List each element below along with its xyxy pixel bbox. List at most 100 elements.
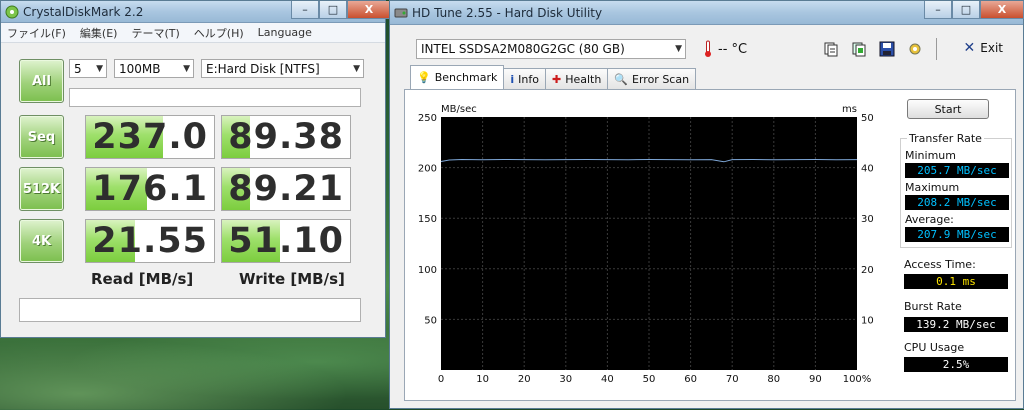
seq-write-value: 89.38 — [228, 117, 344, 157]
exit-button[interactable]: ✕ Exit — [964, 40, 1003, 56]
y-tick-label: 200 — [418, 164, 437, 175]
512k-read-cell: 176.1 — [85, 167, 215, 211]
x-tick-label: 100% — [843, 374, 872, 385]
menu-language[interactable]: Language — [258, 26, 312, 39]
4k-write-value: 51.10 — [228, 221, 344, 261]
y-axis-label: MB/sec — [441, 104, 477, 115]
maximum-label: Maximum — [905, 181, 960, 194]
chevron-down-icon: ▼ — [675, 44, 682, 54]
thermometer-icon — [705, 40, 711, 57]
y2-tick-label: 30 — [861, 214, 874, 225]
tab-info[interactable]: i Info — [503, 68, 546, 89]
seq-read-cell: 237.0 — [85, 115, 215, 159]
chevron-down-icon: ▼ — [96, 63, 103, 74]
y2-tick-label: 20 — [861, 265, 874, 276]
chevron-down-icon: ▼ — [183, 63, 190, 74]
burst-rate-value: 139.2 MB/sec — [904, 317, 1008, 332]
average-label: Average: — [905, 213, 954, 226]
magnifier-icon: 🔍 — [614, 72, 629, 86]
menu-edit[interactable]: 編集(E) — [80, 25, 118, 41]
close-button[interactable]: X — [347, 1, 391, 19]
start-button[interactable]: Start — [907, 99, 989, 119]
hdt-title: HD Tune 2.55 - Hard Disk Utility — [412, 5, 603, 20]
hdt-toolbar: INTEL SSDSA2M080G2GC (80 GB) ▼ -- °C ✕ Ex… — [416, 35, 1017, 61]
access-time-label: Access Time: — [904, 258, 976, 271]
seq-read-value: 237.0 — [92, 117, 208, 157]
seq-button[interactable]: Seq — [19, 115, 64, 159]
x-tick-label: 20 — [518, 374, 531, 385]
options-icon[interactable] — [904, 38, 926, 60]
drive-select[interactable]: INTEL SSDSA2M080G2GC (80 GB) ▼ — [416, 39, 686, 59]
average-value: 207.9 MB/sec — [905, 227, 1009, 242]
512k-write-cell: 89.21 — [221, 167, 351, 211]
menu-help[interactable]: ヘルプ(H) — [194, 25, 244, 41]
transfer-rate-title: Transfer Rate — [907, 132, 984, 145]
tab-error-scan[interactable]: 🔍 Error Scan — [607, 68, 697, 89]
copy-all-icon[interactable] — [848, 38, 870, 60]
close-button[interactable]: X — [980, 1, 1024, 19]
close-x-icon: ✕ — [963, 40, 976, 56]
y-tick-label: 50 — [424, 315, 437, 326]
crystaldiskmark-window: CrystalDiskMark 2.2 – □ X ファイル(F) 編集(E) … — [0, 0, 391, 338]
cdm-controls: 5 ▼ 100MB ▼ E:Hard Disk [NTFS] ▼ — [69, 59, 364, 78]
minimum-label: Minimum — [905, 149, 956, 162]
read-header: Read [MB/s] — [91, 270, 194, 288]
benchmark-panel: 50 100 150 200 250 10 20 30 40 50 0 10 20 30 40 50 60 7… — [404, 89, 1016, 401]
copy-icon[interactable] — [820, 38, 842, 60]
cdm-title: CrystalDiskMark 2.2 — [23, 4, 144, 19]
tab-benchmark[interactable]: 💡 Benchmark — [410, 65, 505, 89]
drive-select[interactable]: E:Hard Disk [NTFS] ▼ — [201, 59, 364, 78]
toolbar-separator — [936, 38, 937, 60]
4k-button[interactable]: 4K — [19, 219, 64, 263]
x-tick-label: 80 — [767, 374, 780, 385]
minimize-button[interactable]: – — [924, 1, 952, 19]
burst-rate-label: Burst Rate — [904, 300, 962, 313]
size-select[interactable]: 100MB ▼ — [114, 59, 194, 78]
512k-write-value: 89.21 — [228, 169, 344, 209]
x-tick-label: 50 — [643, 374, 656, 385]
desktop-background — [0, 330, 395, 410]
x-tick-label: 0 — [438, 374, 444, 385]
exit-label: Exit — [980, 41, 1003, 55]
hdtune-window: HD Tune 2.55 - Hard Disk Utility – □ X I… — [389, 0, 1024, 409]
menu-file[interactable]: ファイル(F) — [7, 25, 66, 41]
tab-error-scan-label: Error Scan — [632, 72, 690, 86]
x-tick-label: 30 — [559, 374, 572, 385]
512k-button[interactable]: 512K — [19, 167, 64, 211]
cdm-window-controls: – □ X — [291, 1, 391, 19]
info-icon: i — [510, 72, 515, 86]
app-icon — [5, 5, 19, 18]
tab-health-label: Health — [565, 72, 602, 86]
y-tick-label: 150 — [418, 214, 437, 225]
hdt-tabs: 💡 Benchmark i Info ✚ Health 🔍 Error Scan — [410, 65, 697, 89]
minimum-value: 205.7 MB/sec — [905, 163, 1009, 178]
x-tick-label: 60 — [684, 374, 697, 385]
size-value: 100MB — [119, 61, 161, 76]
temperature-display: -- °C — [704, 40, 747, 58]
drive-value: INTEL SSDSA2M080G2GC (80 GB) — [421, 42, 625, 56]
cpu-usage-value: 2.5% — [904, 357, 1008, 372]
lightbulb-icon: 💡 — [417, 71, 431, 84]
minimize-button[interactable]: – — [291, 1, 319, 19]
transfer-rate-group: Transfer Rate Minimum 205.7 MB/sec Maxim… — [900, 132, 1012, 248]
maximize-button[interactable]: □ — [952, 1, 980, 19]
cdm-menubar: ファイル(F) 編集(E) テーマ(T) ヘルプ(H) Language — [1, 23, 385, 43]
drive-value: E:Hard Disk [NTFS] — [206, 61, 320, 76]
y2-tick-label: 40 — [861, 164, 874, 175]
temperature-value: -- °C — [718, 41, 748, 57]
tab-health[interactable]: ✚ Health — [544, 68, 609, 89]
x-tick-label: 40 — [601, 374, 614, 385]
maximum-value: 208.2 MB/sec — [905, 195, 1009, 210]
4k-read-cell: 21.55 — [85, 219, 215, 263]
maximize-button[interactable]: □ — [319, 1, 347, 19]
runs-select[interactable]: 5 ▼ — [69, 59, 107, 78]
all-button[interactable]: All — [19, 59, 64, 103]
hdt-window-controls: – □ X — [924, 1, 1024, 19]
comment-field[interactable] — [69, 88, 361, 107]
menu-theme[interactable]: テーマ(T) — [131, 25, 179, 41]
access-time-value: 0.1 ms — [904, 274, 1008, 289]
save-icon[interactable] — [876, 38, 898, 60]
cpu-usage-label: CPU Usage — [904, 341, 965, 354]
x-tick-label: 10 — [476, 374, 489, 385]
disk-app-icon — [394, 8, 408, 17]
